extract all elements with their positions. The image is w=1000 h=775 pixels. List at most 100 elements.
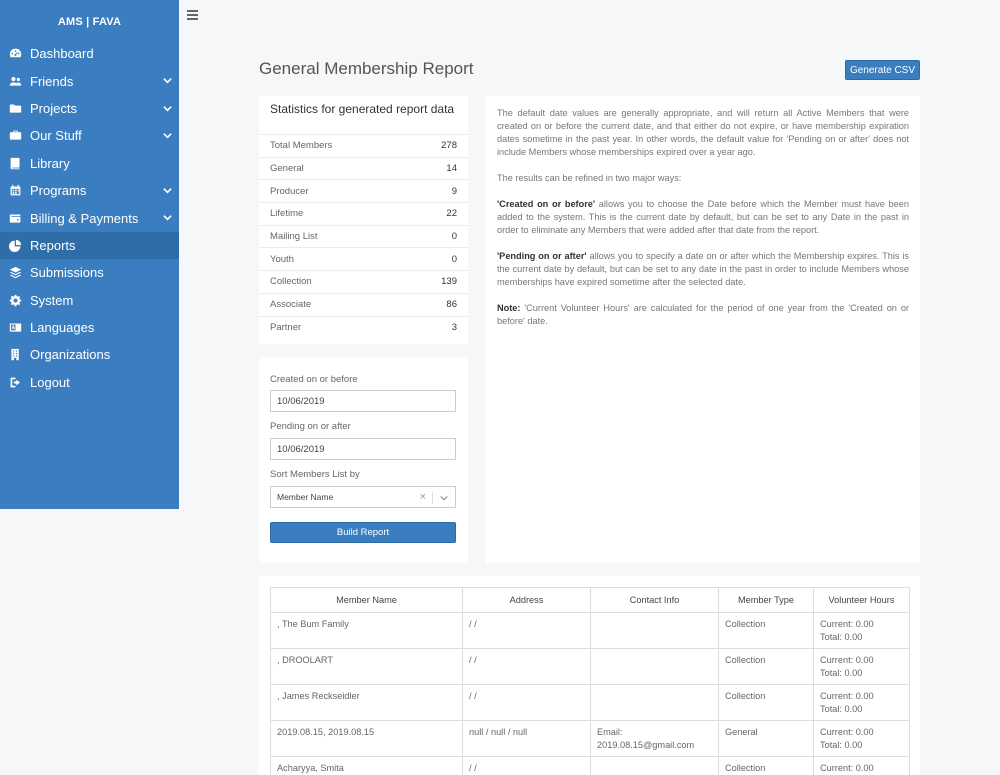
generate-csv-button[interactable]: Generate CSV bbox=[845, 60, 920, 80]
volunteer-hours-total: Total: 0.00 bbox=[820, 631, 863, 642]
contact-info-cell bbox=[590, 684, 719, 721]
sidebar-item-label: Billing & Payments bbox=[30, 210, 139, 226]
sidebar-item-label: Programs bbox=[30, 183, 87, 199]
volunteer-hours-total: Total: 0.00 bbox=[820, 739, 863, 750]
help-paragraph-refine: The results can be refined in two major … bbox=[497, 173, 682, 183]
stat-value: 86 bbox=[446, 299, 457, 311]
sidebar-item-billing-payments[interactable]: Billing & Payments bbox=[0, 204, 179, 231]
sort-members-selected-value: Member Name bbox=[277, 492, 334, 502]
stat-label: Youth bbox=[270, 253, 294, 265]
sidebar-item-label: Reports bbox=[30, 237, 76, 253]
select-divider bbox=[432, 492, 433, 504]
sidebar-item-programs[interactable]: Programs bbox=[0, 177, 179, 204]
member-name-cell: , DROOLART bbox=[270, 648, 463, 685]
sidebar-item-library[interactable]: Library bbox=[0, 150, 179, 177]
member-name-cell: , The Bum Family bbox=[270, 612, 463, 649]
sidebar-item-friends[interactable]: Friends bbox=[0, 67, 179, 94]
sidebar-item-label: Logout bbox=[30, 374, 70, 390]
member-name-cell: , James Reckseidler bbox=[270, 684, 463, 721]
chevron-down-icon[interactable] bbox=[440, 494, 448, 502]
stat-row: Mailing List 0 bbox=[259, 224, 468, 248]
sidebar-item-label: Library bbox=[30, 155, 70, 171]
address-cell: / / bbox=[462, 684, 591, 721]
help-paragraph-created: 'Created on or before' allows you to cho… bbox=[497, 199, 909, 235]
help-note-term: Note: bbox=[497, 303, 521, 313]
sidebar-item-label: Projects bbox=[30, 100, 77, 116]
table-row: , DROOLART / / Collection Current: 0.00 Tota… bbox=[270, 648, 910, 685]
stat-row: Collection 139 bbox=[259, 270, 468, 293]
column-header[interactable]: Volunteer Hours bbox=[813, 587, 910, 613]
sidebar-nav: Dashboard Friends Projects Our Stuff Library… bbox=[0, 40, 179, 396]
table-row: Acharyya, Smita / / Collection Current: 0.0… bbox=[270, 756, 910, 775]
build-report-button[interactable]: Build Report bbox=[270, 522, 456, 543]
address-cell: null / null / null bbox=[462, 720, 591, 757]
member-type-cell: Collection bbox=[718, 756, 814, 775]
member-type-cell: Collection bbox=[718, 612, 814, 649]
pending-on-or-after-input[interactable] bbox=[270, 438, 456, 460]
stat-label: Collection bbox=[270, 276, 312, 288]
stat-row: General 14 bbox=[259, 156, 468, 180]
sidebar-item-dashboard[interactable]: Dashboard bbox=[0, 40, 179, 67]
folder-icon bbox=[9, 102, 22, 115]
table-row: , The Bum Family / / Collection Current: 0.… bbox=[270, 612, 910, 649]
sidebar-item-projects[interactable]: Projects bbox=[0, 95, 179, 122]
column-header[interactable]: Contact Info bbox=[590, 587, 719, 613]
statistics-card: Statistics for generated report data Tot… bbox=[259, 96, 468, 344]
stat-row: Associate 86 bbox=[259, 292, 468, 316]
sidebar-item-our-stuff[interactable]: Our Stuff bbox=[0, 122, 179, 149]
sort-members-select[interactable]: Member Name × bbox=[270, 486, 456, 508]
users-icon bbox=[9, 75, 22, 88]
volunteer-hours-total: Total: 0.00 bbox=[820, 703, 863, 714]
volunteer-hours-total: Total: 0.00 bbox=[820, 667, 863, 678]
help-paragraph-defaults: The default date values are generally ap… bbox=[497, 108, 909, 157]
stat-value: 0 bbox=[451, 231, 457, 243]
contact-info-cell: Email: 2019.08.15@gmail.com bbox=[590, 720, 719, 757]
report-help-text: The default date values are generally ap… bbox=[486, 96, 920, 563]
volunteer-hours-cell: Current: 0.00Total: 0.00 bbox=[813, 756, 910, 775]
volunteer-hours-cell: Current: 0.00 Total: 0.00 bbox=[813, 612, 910, 649]
page-title: General Membership Report bbox=[259, 59, 474, 78]
gear-icon bbox=[9, 294, 22, 307]
sidebar: AMS | FAVA Dashboard Friends Projects Our S… bbox=[0, 0, 179, 509]
address-cell: / / bbox=[462, 648, 591, 685]
volunteer-hours-current: Current: 0.00 bbox=[820, 619, 874, 629]
created-on-or-before-input[interactable] bbox=[270, 390, 456, 412]
sidebar-item-reports[interactable]: Reports bbox=[0, 231, 179, 260]
table-row: , James Reckseidler / / Collection Current:… bbox=[270, 684, 910, 721]
column-header[interactable]: Member Name bbox=[270, 587, 463, 613]
sidebar-item-label: Friends bbox=[30, 73, 74, 89]
contact-info-cell bbox=[590, 756, 719, 775]
menu-toggle-icon[interactable] bbox=[187, 10, 198, 20]
column-header[interactable]: Address bbox=[462, 587, 591, 613]
pending-on-or-after-label: Pending on or after bbox=[270, 421, 351, 432]
stat-value: 3 bbox=[451, 321, 457, 333]
contact-info-cell bbox=[590, 612, 719, 649]
logout-icon bbox=[9, 376, 22, 389]
member-type-cell: Collection bbox=[718, 648, 814, 685]
stat-value: 22 bbox=[446, 208, 457, 220]
stat-row: Youth 0 bbox=[259, 247, 468, 270]
column-header[interactable]: Member Type bbox=[718, 587, 814, 613]
clear-icon[interactable]: × bbox=[420, 491, 426, 503]
sidebar-item-submissions[interactable]: Submissions bbox=[0, 259, 179, 286]
stat-row: Lifetime 22 bbox=[259, 202, 468, 225]
dashboard-icon bbox=[9, 47, 22, 60]
wallet-icon bbox=[9, 212, 22, 225]
sidebar-item-logout[interactable]: Logout bbox=[0, 369, 179, 396]
sidebar-item-organizations[interactable]: Organizations bbox=[0, 341, 179, 368]
sidebar-item-label: Organizations bbox=[30, 347, 111, 363]
stat-row: Producer 9 bbox=[259, 179, 468, 202]
sidebar-item-languages[interactable]: Languages bbox=[0, 314, 179, 341]
sidebar-item-label: Our Stuff bbox=[30, 128, 82, 144]
stat-label: Producer bbox=[270, 185, 309, 197]
address-cell: / / bbox=[462, 756, 591, 775]
chevron-down-icon bbox=[163, 73, 172, 84]
sidebar-item-system[interactable]: System bbox=[0, 287, 179, 314]
member-type-cell: Collection bbox=[718, 684, 814, 721]
stat-label: Total Members bbox=[270, 140, 333, 152]
table-header-row: Member Name Address Contact Info Member Typ… bbox=[270, 587, 910, 613]
report-filter-form: Created on or before Pending on or after… bbox=[259, 357, 468, 563]
building-icon bbox=[9, 348, 22, 361]
members-table-card: Member Name Address Contact Info Member Typ… bbox=[259, 576, 920, 775]
volunteer-hours-current: Current: 0.00 bbox=[820, 727, 874, 737]
